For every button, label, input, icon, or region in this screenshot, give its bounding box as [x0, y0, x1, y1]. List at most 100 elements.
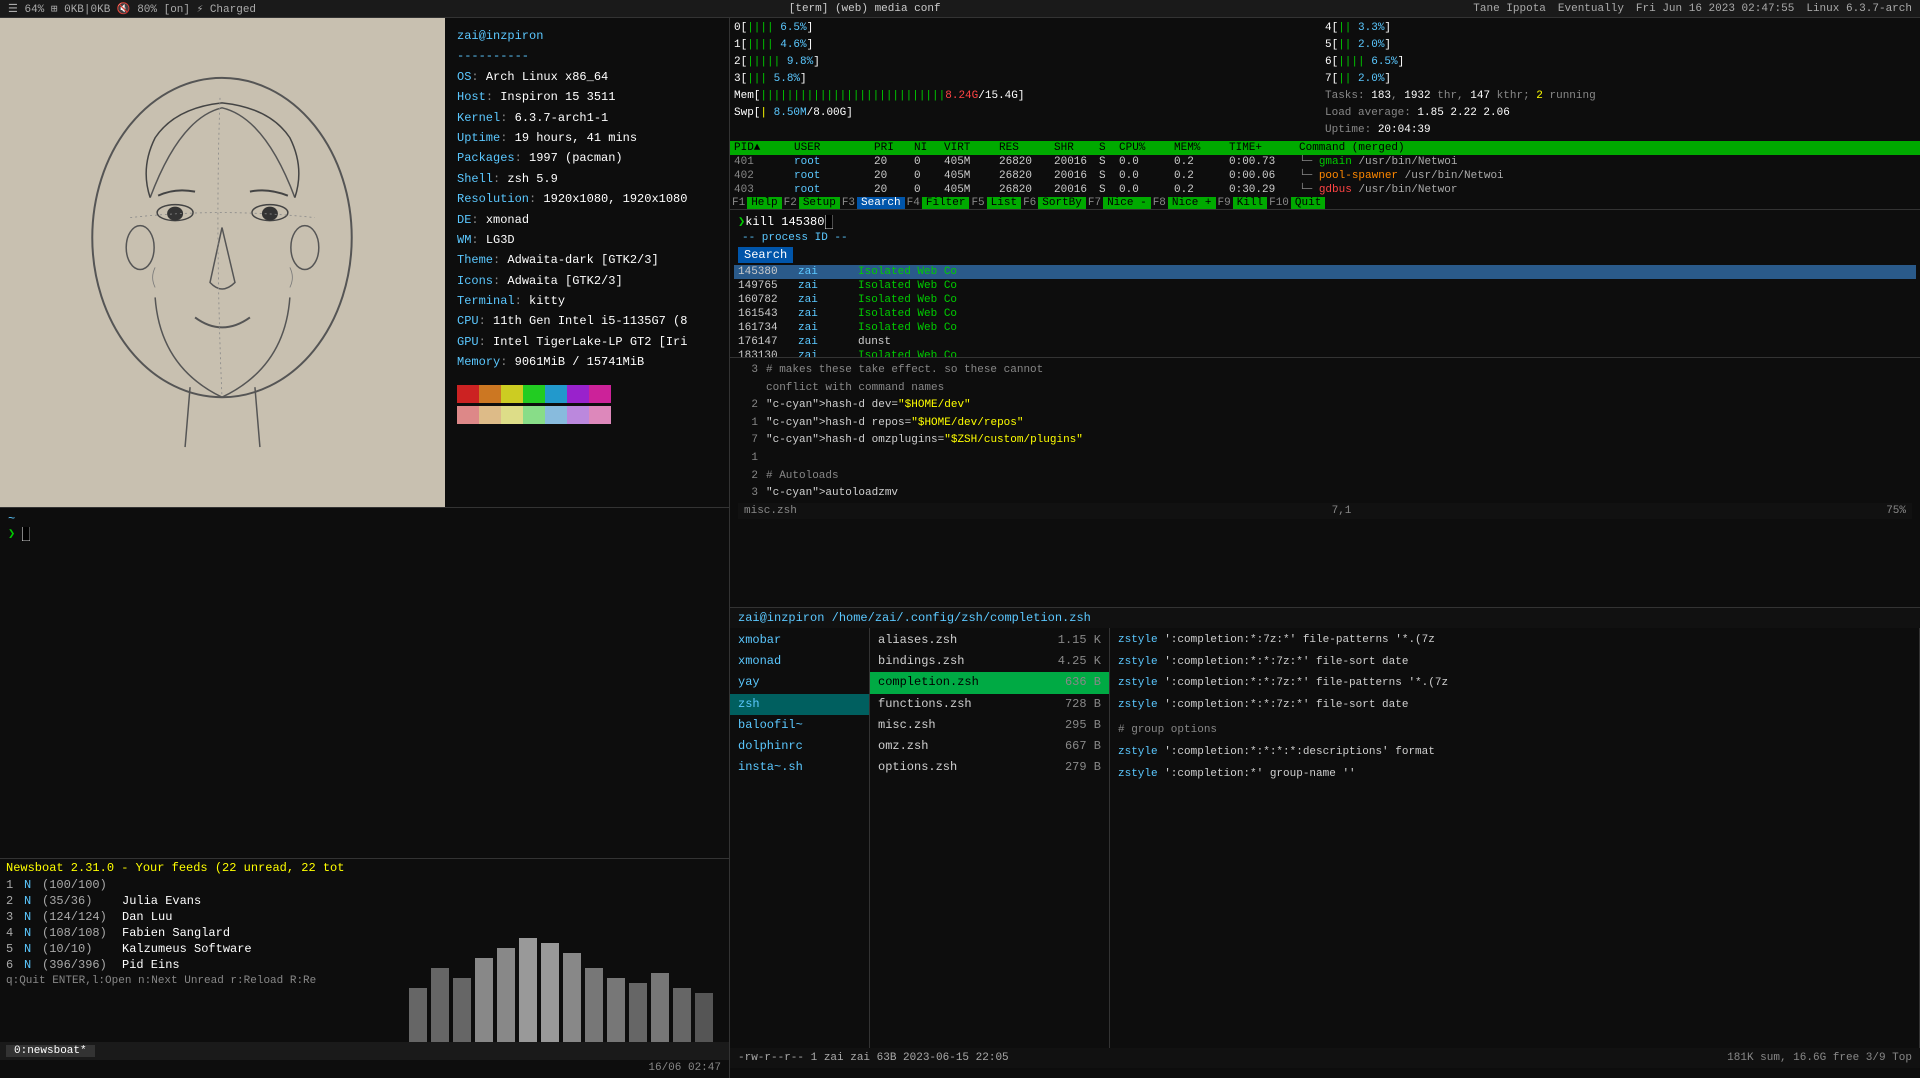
tmux-tab[interactable]: 0:newsboat* [6, 1045, 95, 1057]
ranger-file-item[interactable]: options.zsh279 B [870, 757, 1109, 778]
search-result-item[interactable]: 145380zaiIsolated Web Co [734, 265, 1916, 279]
term-prompt-symbol: ~ [8, 512, 15, 526]
nf-field: Terminal: kitty [457, 291, 717, 311]
ranger-file-item[interactable]: misc.zsh295 B [870, 715, 1109, 736]
code-line: 1"c-cyan">hash -d repos="$HOME/dev/repos… [738, 415, 1912, 433]
code-line: 2# Autoloads [738, 468, 1912, 486]
nf-username: zai@inzpiron [457, 29, 543, 43]
ranger-header: zai@inzpiron /home/zai/.config/zsh/compl… [730, 608, 1920, 628]
terminal-area[interactable]: ~ ❯ █ [0, 508, 729, 858]
nf-field: Icons: Adwaita [GTK2/3] [457, 271, 717, 291]
color-swatch [589, 385, 611, 403]
nf-sep: ---------- [457, 49, 529, 63]
htop-process-header: PID▲ USER PRI NI VIRT RES SHR S CPU% MEM… [730, 141, 1920, 155]
htop-area[interactable]: 0[|||| 6.5%] 4[|| 3.3%] 1[|||| 4.6%] 5[|… [730, 18, 1920, 358]
htop-function-bar: F1Help F2Setup F3Search F4Filter F5List … [730, 197, 1920, 209]
code-panel[interactable]: 3# makes these take effect. so these can… [730, 358, 1920, 607]
code-line: 1 [738, 450, 1912, 468]
ranger-dir-item[interactable]: yay [730, 672, 869, 693]
ranger-file-item[interactable]: aliases.zsh1.15 K [870, 630, 1109, 651]
search-result-item[interactable]: 183130zaiIsolated Web Co [734, 349, 1916, 358]
kill-comment: -- process ID -- [734, 231, 1916, 245]
ranger-dir-item[interactable]: insta~.sh [730, 757, 869, 778]
ranger-preview-line: zstyle ':completion:*:*:7z:*' file-sort … [1110, 695, 1919, 717]
sketch-area [0, 18, 445, 507]
ranger-dir-item[interactable]: zsh [730, 694, 869, 715]
nf-field: CPU: 11th Gen Intel i5-1135G7 (8 [457, 311, 717, 331]
code-footer: misc.zsh 7,1 75% [738, 503, 1912, 519]
topbar-user: Tane Ippota [1473, 3, 1546, 15]
newsboat-timestamp: 16/06 02:47 [648, 1062, 721, 1074]
ranger-dir-item[interactable]: dolphinrc [730, 736, 869, 757]
main-layout: zai@inzpiron ---------- OS: Arch Linux x… [0, 18, 1920, 1078]
nf-field: WM: LG3D [457, 230, 717, 250]
search-result-item[interactable]: 149765zaiIsolated Web Co [734, 279, 1916, 293]
search-result-item[interactable]: 161543zaiIsolated Web Co [734, 307, 1916, 321]
nf-field: Resolution: 1920x1080, 1920x1080 [457, 189, 717, 209]
ranger-file-item[interactable]: omz.zsh667 B [870, 736, 1109, 757]
kill-input[interactable]: kill 145380 [745, 215, 824, 229]
color-swatch [545, 385, 567, 403]
left-pane: zai@inzpiron ---------- OS: Arch Linux x… [0, 18, 730, 1078]
ranger-dirs-col: xmobarxmonadyayzshbaloofil~dolphinrcinst… [730, 628, 870, 1048]
color-swatch [457, 385, 479, 403]
newsboat-item[interactable]: 3N(124/124)Dan Luu [0, 909, 729, 925]
color-swatch [501, 406, 523, 424]
neofetch-area: zai@inzpiron ---------- OS: Arch Linux x… [0, 18, 729, 508]
code-footer-file: misc.zsh [744, 505, 797, 517]
ranger-file-item[interactable]: bindings.zsh4.25 K [870, 651, 1109, 672]
ranger-preview-line: zstyle ':completion:*:*:7z:*' file-patte… [1110, 673, 1919, 695]
table-row: 402 root 20 0 405M 26820 20016 S 0.0 0.2… [730, 169, 1920, 183]
ranger-file-item[interactable]: completion.zsh636 B [870, 672, 1109, 693]
ranger-files: aliases.zsh1.15 Kbindings.zsh4.25 Kcompl… [870, 630, 1109, 778]
ranger-area[interactable]: zai@inzpiron /home/zai/.config/zsh/compl… [730, 608, 1920, 1078]
color-swatch [523, 385, 545, 403]
ranger-file-item[interactable]: functions.zsh728 B [870, 694, 1109, 715]
topbar: ☰ 64% ⊞ 0KB|0KB 🔇 80% [on] ⚡ Charged [te… [0, 0, 1920, 18]
ranger-preview-col: zstyle ':completion:*:7z:*' file-pattern… [1110, 628, 1920, 1048]
neofetch-info: zai@inzpiron ---------- OS: Arch Linux x… [445, 18, 729, 507]
newsboat-area[interactable]: Newsboat 2.31.0 - Your feeds (22 unread,… [0, 858, 729, 1078]
kill-prompt-sym: ❯ [738, 214, 745, 229]
ranger-footer-info: 181K sum, 16.6G free 3/9 Top [1727, 1052, 1912, 1064]
ranger-footer: -rw-r--r-- 1 zai zai 63B 2023-06-15 22:0… [730, 1048, 1920, 1068]
color-swatch [589, 406, 611, 424]
nf-field: OS: Arch Linux x86_64 [457, 67, 717, 87]
search-result-item[interactable]: 160782zaiIsolated Web Co [734, 293, 1916, 307]
topbar-app: Eventually [1558, 3, 1624, 15]
search-result-item[interactable]: 161734zaiIsolated Web Co [734, 321, 1916, 335]
newsboat-item[interactable]: 2N(35/36)Julia Evans [0, 893, 729, 909]
ranger-preview-line: zstyle ':completion:*' group-name '' [1110, 764, 1919, 786]
ranger-preview-line: zstyle ':completion:*:*:*:*:descriptions… [1110, 742, 1919, 764]
ranger-dirs: xmobarxmonadyayzshbaloofil~dolphinrcinst… [730, 630, 869, 778]
ranger-dir-item[interactable]: xmonad [730, 651, 869, 672]
nf-field: Uptime: 19 hours, 41 mins [457, 128, 717, 148]
color-swatches [457, 385, 717, 424]
code-line: conflict with command names [738, 380, 1912, 398]
color-swatch [479, 385, 501, 403]
ranger-dir-item[interactable]: xmobar [730, 630, 869, 651]
topbar-kernel: Linux 6.3.7-arch [1806, 3, 1912, 15]
code-footer-pos: 7,1 [1332, 505, 1352, 517]
newsboat-header: Newsboat 2.31.0 - Your feeds (22 unread,… [0, 859, 729, 877]
newsboat-item[interactable]: 1N(100/100) [0, 877, 729, 893]
code-line: 7"c-cyan">hash -d omzplugins="$ZSH/custo… [738, 432, 1912, 450]
topbar-datetime: Fri Jun 16 2023 02:47:55 [1636, 3, 1794, 15]
term-cursor: █ [22, 527, 29, 541]
color-swatch [479, 406, 501, 424]
ranger-preview-line: # group options [1110, 720, 1919, 742]
color-swatch [567, 406, 589, 424]
search-label: Search [738, 247, 793, 263]
search-result-item[interactable]: 176147zaidunst [734, 335, 1916, 349]
color-swatch [545, 406, 567, 424]
nf-field: DE: xmonad [457, 210, 717, 230]
ranger-preview-line: zstyle ':completion:*:7z:*' file-pattern… [1110, 630, 1919, 652]
color-swatch [523, 406, 545, 424]
nf-field: GPU: Intel TigerLake-LP GT2 [Iri [457, 332, 717, 352]
nf-field: Theme: Adwaita-dark [GTK2/3] [457, 250, 717, 270]
nf-field: Shell: zsh 5.9 [457, 169, 717, 189]
ranger-dir-item[interactable]: baloofil~ [730, 715, 869, 736]
newsboat-chart [409, 928, 729, 1048]
right-pane: 0[|||| 6.5%] 4[|| 3.3%] 1[|||| 4.6%] 5[|… [730, 18, 1920, 1078]
ranger-preview-line: zstyle ':completion:*:*:7z:*' file-sort … [1110, 652, 1919, 674]
